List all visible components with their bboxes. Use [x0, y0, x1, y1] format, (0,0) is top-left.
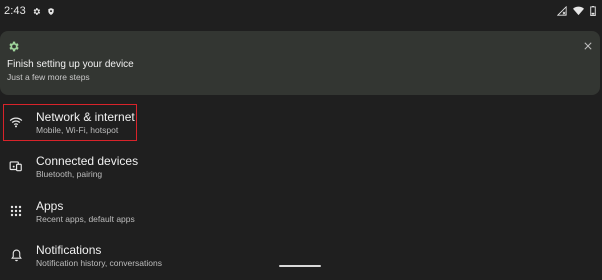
selection-highlight: [3, 104, 137, 141]
apps-grid-icon: [9, 204, 23, 218]
gear-icon: [32, 7, 41, 16]
wifi-icon: [573, 6, 584, 16]
status-bar-left: 2:43: [4, 5, 55, 17]
settings-item-connected-devices[interactable]: Connected devices Bluetooth, pairing: [0, 147, 602, 191]
setup-card-title: Finish setting up your device: [7, 59, 134, 70]
gear-icon: [7, 40, 20, 58]
connected-devices-icon: [9, 159, 23, 173]
status-time: 2:43: [4, 5, 26, 17]
close-icon[interactable]: [584, 37, 592, 55]
setup-suggestion-card[interactable]: Finish setting up your device Just a few…: [0, 31, 600, 95]
settings-item-title: Notifications: [36, 243, 102, 257]
setup-card-subtitle: Just a few more steps: [7, 72, 90, 82]
settings-item-summary: Recent apps, default apps: [36, 214, 135, 224]
status-bar-right: [557, 6, 596, 16]
shield-icon: [47, 7, 55, 16]
settings-item-notifications[interactable]: Notifications Notification history, conv…: [0, 236, 602, 280]
settings-item-summary: Notification history, conversations: [36, 258, 162, 268]
gesture-nav-handle[interactable]: [279, 265, 321, 267]
signal-off-icon: [557, 6, 567, 16]
bell-icon: [9, 248, 23, 262]
settings-item-title: Connected devices: [36, 154, 139, 168]
settings-item-summary: Bluetooth, pairing: [36, 169, 103, 179]
battery-icon: [590, 6, 596, 16]
settings-item-title: Apps: [36, 199, 64, 213]
settings-item-apps[interactable]: Apps Recent apps, default apps: [0, 192, 602, 236]
status-bar: 2:43: [0, 0, 602, 22]
